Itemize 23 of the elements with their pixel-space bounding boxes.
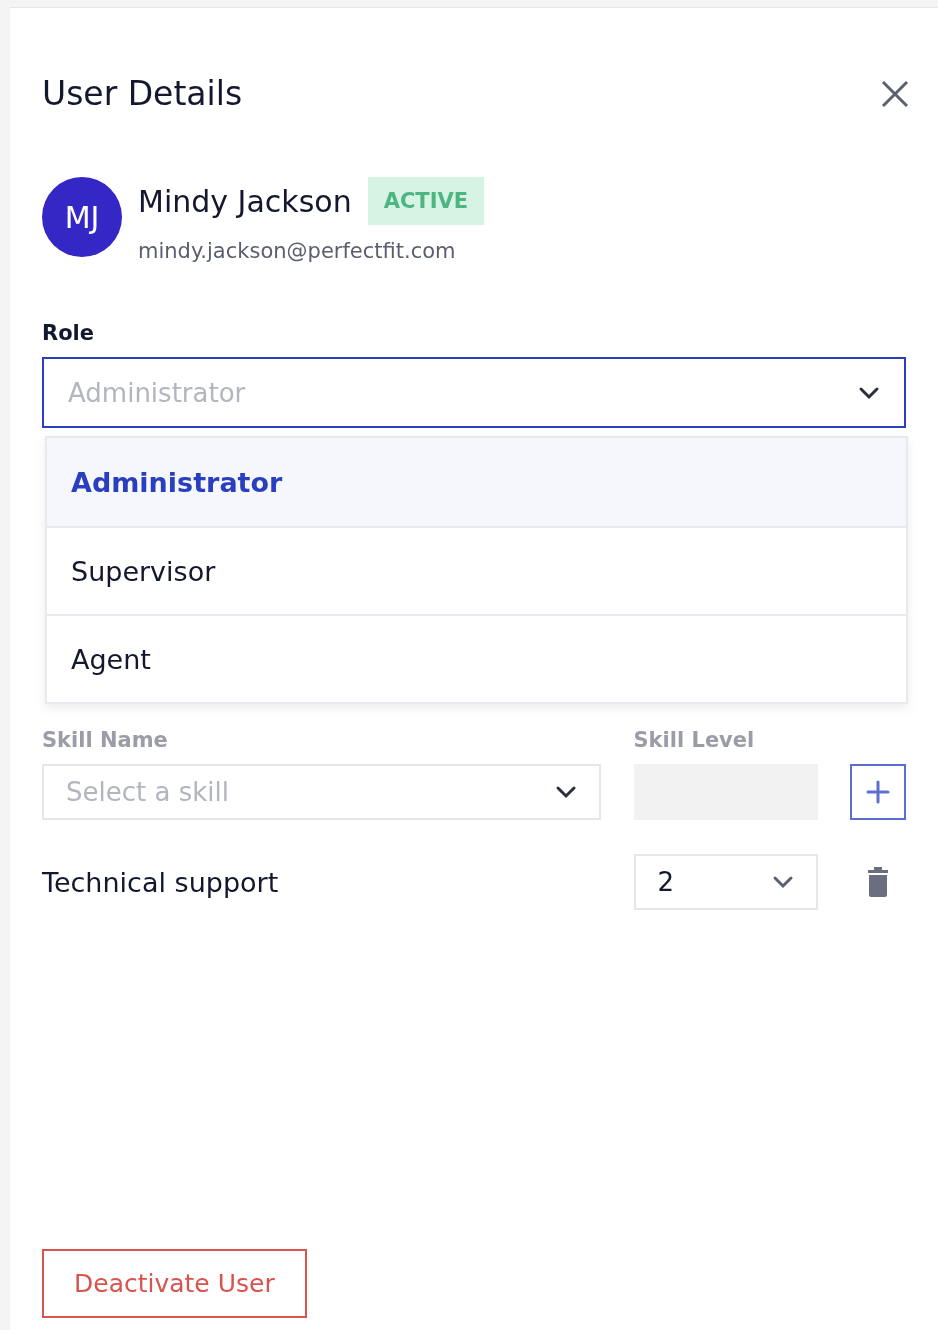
close-button[interactable] [880,78,910,109]
role-option[interactable]: Agent [47,614,906,702]
skill-level-select[interactable]: 2 [633,854,818,910]
status-badge: ACTIVE [367,177,485,225]
role-option[interactable]: Administrator [47,438,906,526]
skill-level-label: Skill Level [633,728,756,752]
skill-name: Technical support [42,866,280,898]
panel-title: User Details [42,74,243,113]
plus-icon [866,780,890,804]
user-name: Mindy Jackson [138,183,352,219]
delete-button[interactable] [867,866,889,898]
close-icon [880,78,910,109]
add-skill-button[interactable] [850,764,906,820]
chevron-down-icon [858,385,880,400]
role-label: Role [42,321,96,345]
role-option[interactable]: Supervisor [47,526,906,614]
chevron-down-icon [555,785,577,799]
chevron-down-icon [771,875,794,889]
skill-name-label: Skill Name [42,728,169,752]
user-email: mindy.jackson@perfectfit.com [138,239,457,263]
deactivate-user-button[interactable]: Deactivate User [42,1249,307,1318]
trash-icon [867,866,889,898]
user-avatar: MJ [42,177,122,257]
